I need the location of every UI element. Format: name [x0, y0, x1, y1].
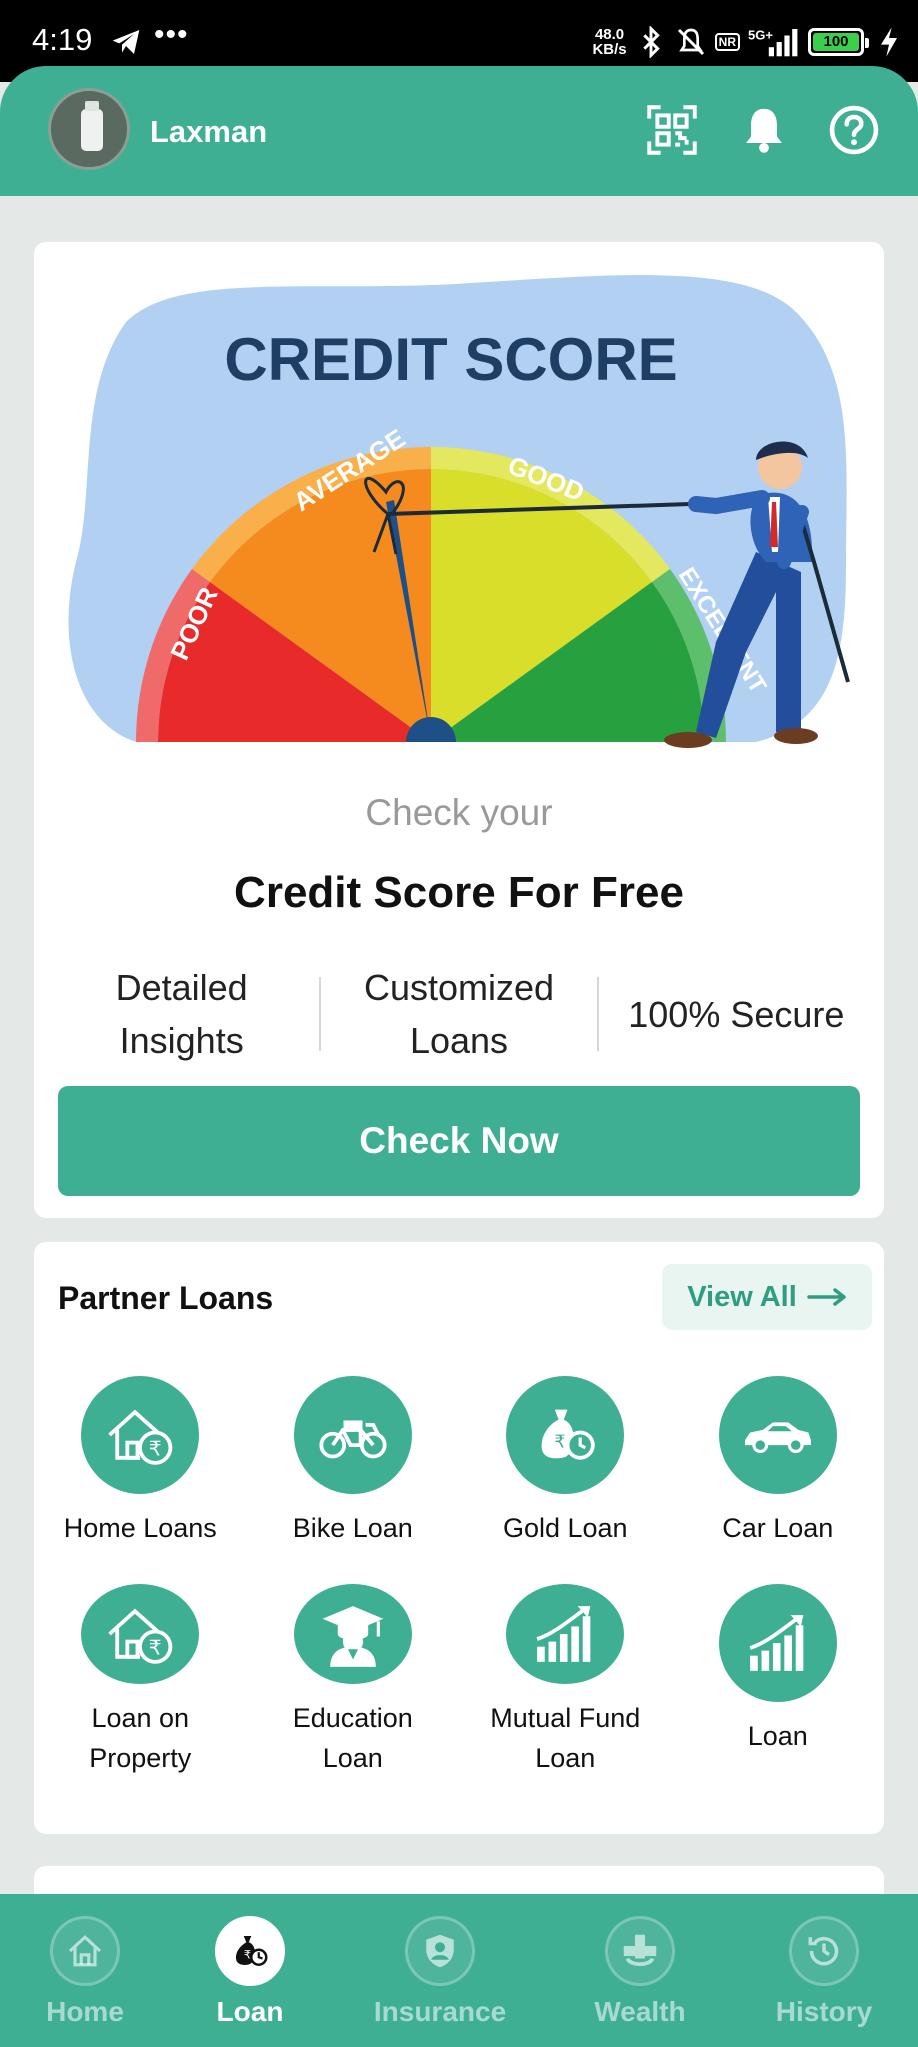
- credit-score-banner[interactable]: CREDIT SCORE POOR AVERAGE GOOD EXCELLENT: [56, 262, 862, 762]
- vibrate-off-icon: [677, 28, 704, 56]
- nav-home[interactable]: Home: [0, 1894, 170, 2047]
- medical-cross-icon: [605, 1916, 675, 1986]
- svg-text:₹: ₹: [149, 1635, 162, 1659]
- view-all-button[interactable]: View All: [662, 1264, 872, 1330]
- loan-label: Mutual Fund Loan: [490, 1703, 641, 1773]
- nav-wealth[interactable]: Wealth: [550, 1894, 730, 2047]
- feature-list: Detailed Insights Customized Loans 100% …: [44, 954, 874, 1074]
- nav-loan[interactable]: ₹ Loan: [170, 1894, 330, 2047]
- status-right: 48.0 KB/s NR 5G+ 100: [592, 24, 900, 60]
- growth-chart-icon: [718, 1584, 837, 1702]
- battery-level: 100: [813, 33, 859, 51]
- nav-label: Wealth: [594, 1996, 686, 2027]
- banner-title: CREDIT SCORE: [224, 326, 677, 393]
- loan-label: Gold Loan: [502, 1513, 628, 1543]
- money-bag-icon: ₹: [215, 1916, 285, 1986]
- svg-text:₹: ₹: [244, 1949, 251, 1962]
- nav-label: Loan: [216, 1996, 284, 2027]
- credit-title: Credit Score For Free: [234, 868, 684, 917]
- car-icon: [718, 1376, 837, 1494]
- loan-label: Education Loan: [292, 1703, 413, 1773]
- loan-label: Loan: [747, 1721, 808, 1751]
- feature-customized-loans: Customized Loans: [363, 967, 555, 1061]
- shield-person-icon: [405, 1916, 475, 1986]
- check-now-button[interactable]: Check Now: [58, 1086, 860, 1196]
- loan-grid: ₹ Home Loans Bike Loan ₹ Gold Loan Car L…: [34, 1376, 884, 1778]
- nav-insurance[interactable]: Insurance: [330, 1894, 550, 2047]
- telegram-icon: [112, 30, 140, 54]
- loan-item-car-loan[interactable]: Car Loan: [672, 1376, 885, 1570]
- credit-score-card: CREDIT SCORE POOR AVERAGE GOOD EXCELLENT: [34, 242, 884, 1218]
- growth-chart-icon: [506, 1584, 625, 1684]
- property-loan-icon: ₹: [81, 1584, 200, 1684]
- help-icon[interactable]: [828, 104, 880, 156]
- bell-icon[interactable]: [738, 104, 790, 156]
- svg-text:₹: ₹: [555, 1433, 566, 1453]
- partner-loans-card: Partner Loans View All ₹ Home Loans Bike…: [34, 1242, 884, 1834]
- network-speed-unit: KB/s: [592, 41, 627, 58]
- loan-label: Loan on Property: [89, 1703, 192, 1773]
- feature-secure: 100% Secure: [628, 993, 845, 1035]
- loan-item-loan[interactable]: Loan: [672, 1584, 885, 1778]
- network-speed: 48.0 KB/s: [592, 27, 626, 57]
- home-icon: [50, 1916, 120, 1986]
- credit-subtitle: Check your: [365, 792, 553, 833]
- nav-label: Insurance: [373, 1996, 507, 2027]
- svg-text:₹: ₹: [149, 1436, 162, 1460]
- home-loan-icon: ₹: [81, 1376, 200, 1494]
- svg-text:5G+: 5G+: [748, 27, 773, 42]
- loan-label: Home Loans: [63, 1513, 217, 1543]
- username[interactable]: Laxman: [150, 114, 267, 150]
- bottom-nav: Home ₹ Loan Insurance Wealth History: [0, 1894, 918, 2047]
- loan-item-home-loans[interactable]: ₹ Home Loans: [34, 1376, 247, 1570]
- charging-icon: [881, 27, 897, 57]
- bike-icon: [293, 1376, 412, 1494]
- loan-label: Bike Loan: [292, 1513, 413, 1543]
- history-icon: [789, 1916, 859, 1986]
- avatar-image: [81, 101, 103, 151]
- network-speed-value: 48.0: [594, 26, 625, 43]
- graduate-icon: [293, 1584, 412, 1684]
- loan-label: Car Loan: [722, 1513, 834, 1543]
- loan-item-loan-on-property[interactable]: ₹ Loan on Property: [34, 1584, 247, 1778]
- nav-history[interactable]: History: [730, 1894, 918, 2047]
- qr-scan-icon[interactable]: [646, 104, 698, 156]
- status-time: 4:19: [32, 22, 93, 57]
- loan-item-gold-loan[interactable]: ₹ Gold Loan: [459, 1376, 672, 1570]
- loan-item-bike-loan[interactable]: Bike Loan: [247, 1376, 460, 1570]
- battery-icon: 100: [808, 28, 869, 56]
- app-header: Laxman: [0, 66, 918, 196]
- avatar[interactable]: [48, 88, 130, 170]
- loan-item-education-loan[interactable]: Education Loan: [247, 1584, 460, 1778]
- bluetooth-icon: [642, 26, 660, 58]
- nr-badge: NR: [714, 33, 740, 51]
- view-all-label: View All: [687, 1280, 797, 1313]
- loan-item-mutual-fund-loan[interactable]: Mutual Fund Loan: [459, 1584, 672, 1778]
- nav-label: Home: [46, 1996, 124, 2027]
- arrow-right-icon: [807, 1288, 846, 1306]
- nav-label: History: [775, 1996, 873, 2027]
- signal-icon: 5G+: [748, 27, 798, 57]
- feature-detailed-insights: Detailed Insights: [115, 967, 248, 1061]
- partner-loans-title: Partner Loans: [58, 1280, 274, 1316]
- more-notifications-icon: •••: [154, 18, 189, 51]
- gold-bag-icon: ₹: [506, 1376, 625, 1494]
